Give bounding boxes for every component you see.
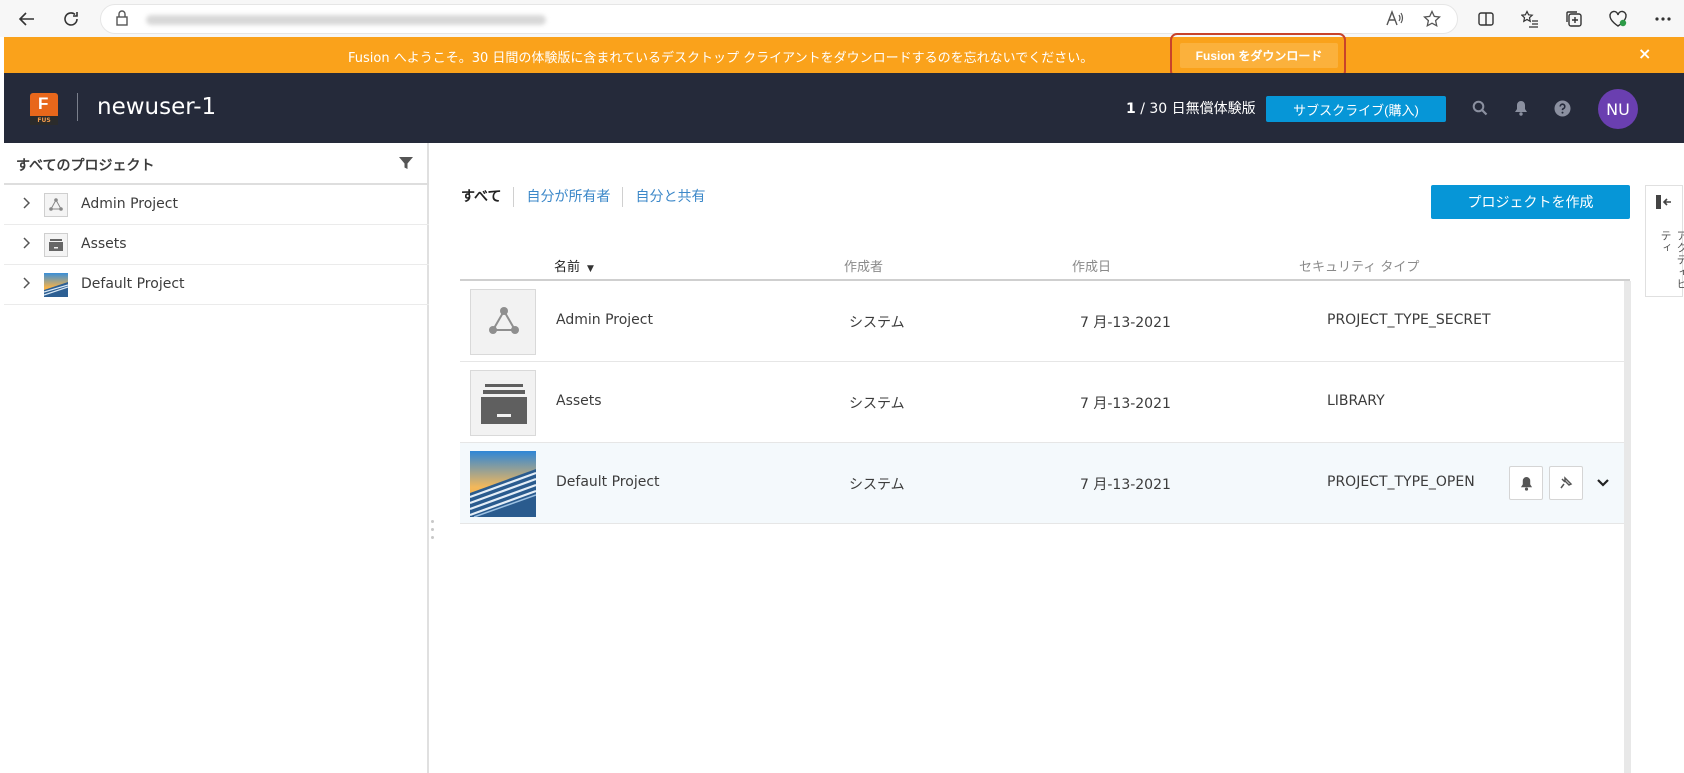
table-header: 名前 ▼ 作成者 作成日 セキュリティ タイプ [460,250,1630,281]
row-security-type: LIBRARY [1327,393,1385,409]
user-avatar[interactable]: NU [1598,89,1638,129]
expand-chevron-icon[interactable] [22,277,31,293]
hub-triangle-icon [470,289,536,355]
column-creator[interactable]: 作成者 [844,256,883,275]
app-header: F FUS newuser-1 1 / 30 日無償体験版 サブスクライブ(購入… [4,73,1684,143]
row-created-date: 7 月-13-2021 [1080,315,1171,331]
tab-owned-by-me[interactable]: 自分が所有者 [514,187,624,207]
lock-icon [116,10,128,30]
project-tree-panel: すべてのプロジェクト Admin Project Assets Default … [4,143,429,773]
search-icon[interactable] [1470,98,1490,118]
read-aloud-icon[interactable] [1386,10,1404,30]
expand-chevron-icon[interactable] [22,197,31,213]
collections-icon[interactable] [1561,6,1587,32]
browser-essentials-icon[interactable] [1605,6,1631,32]
help-icon[interactable] [1552,98,1572,118]
archive-box-icon [470,370,536,436]
row-created-date: 7 月-13-2021 [1080,396,1171,412]
hub-name[interactable]: newuser-1 [97,94,216,120]
row-name[interactable]: Assets [556,393,602,409]
tree-item-label: Admin Project [81,196,178,212]
expand-chevron-icon[interactable] [22,237,31,253]
browser-toolbar [0,0,1684,37]
notification-bell-icon[interactable] [1509,466,1543,500]
hub-triangle-icon [44,193,68,217]
welcome-banner: Fusion へようこそ。30 日間の体験版に含まれているデスクトップ クライア… [4,37,1684,73]
tree-item-admin-project[interactable]: Admin Project [4,185,429,225]
project-tree-title: すべてのプロジェクト [16,158,155,174]
table-row-default-project[interactable]: Default Project システム 7 月-13-2021 PROJECT… [460,443,1624,524]
download-fusion-button[interactable]: Fusion をダウンロード [1180,43,1338,68]
trial-status: 1 / 30 日無償体験版 [1126,98,1256,118]
more-options-icon[interactable] [1650,6,1676,32]
tree-item-label: Assets [81,236,127,252]
project-thumbnail [470,451,536,517]
close-banner-icon[interactable]: × [1638,44,1651,63]
trial-day-count: 1 [1126,101,1136,117]
favorites-list-icon[interactable] [1517,6,1543,32]
back-arrow-icon[interactable] [14,6,40,32]
sort-down-icon[interactable]: ▼ [587,264,594,274]
unpin-icon[interactable] [1549,466,1583,500]
project-filter-tabs: すべて 自分が所有者 自分と共有 [461,187,717,207]
row-created-date: 7 月-13-2021 [1080,477,1171,493]
column-security-type[interactable]: セキュリティ タイプ [1299,256,1419,275]
table-row-assets[interactable]: Assets システム 7 月-13-2021 LIBRARY [460,362,1624,443]
subscribe-button[interactable]: サブスクライブ(購入) [1266,96,1446,122]
tree-item-default-project[interactable]: Default Project [4,265,429,305]
split-screen-icon[interactable] [1473,6,1499,32]
tree-item-label: Default Project [81,276,185,292]
panel-resize-handle[interactable] [431,520,434,550]
create-project-button[interactable]: プロジェクトを作成 [1431,185,1630,219]
filter-icon[interactable] [398,155,416,173]
row-creator: システム [849,477,905,493]
blurred-url [146,15,546,25]
archive-box-icon [44,233,68,257]
row-name[interactable]: Default Project [556,474,660,490]
header-divider [77,93,78,121]
expand-panel-icon[interactable] [1655,194,1673,210]
favorite-star-icon[interactable] [1423,9,1441,32]
refresh-icon[interactable] [58,6,84,32]
row-creator: システム [849,396,905,412]
address-bar[interactable] [100,4,1458,34]
column-name[interactable]: 名前 ▼ [554,256,594,275]
column-name-label: 名前 [554,260,581,275]
table-row-admin-project[interactable]: Admin Project システム 7 月-13-2021 PROJECT_T… [460,281,1624,362]
activity-panel-tab[interactable]: アクティビティ [1645,185,1684,297]
tab-all[interactable]: すべて [461,187,515,207]
column-created-date[interactable]: 作成日 [1072,256,1111,275]
table-scrollbar[interactable] [1624,281,1631,773]
activity-label: アクティビティ [1659,230,1684,290]
row-actions [1509,466,1613,500]
chevron-down-icon[interactable] [1593,473,1613,493]
row-creator: システム [849,315,905,331]
row-name[interactable]: Admin Project [556,312,653,328]
tree-item-assets[interactable]: Assets [4,225,429,265]
row-security-type: PROJECT_TYPE_OPEN [1327,474,1475,490]
banner-message: Fusion へようこそ。30 日間の体験版に含まれているデスクトップ クライア… [348,51,1094,66]
project-tree-header: すべてのプロジェクト [4,143,429,185]
row-security-type: PROJECT_TYPE_SECRET [1327,312,1491,328]
fusion-logo[interactable]: F FUS [30,93,58,125]
project-thumbnail [44,273,68,297]
tab-shared-with-me[interactable]: 自分と共有 [623,187,717,207]
notification-bell-icon[interactable] [1511,98,1531,118]
trial-text: / 30 日無償体験版 [1135,101,1256,117]
